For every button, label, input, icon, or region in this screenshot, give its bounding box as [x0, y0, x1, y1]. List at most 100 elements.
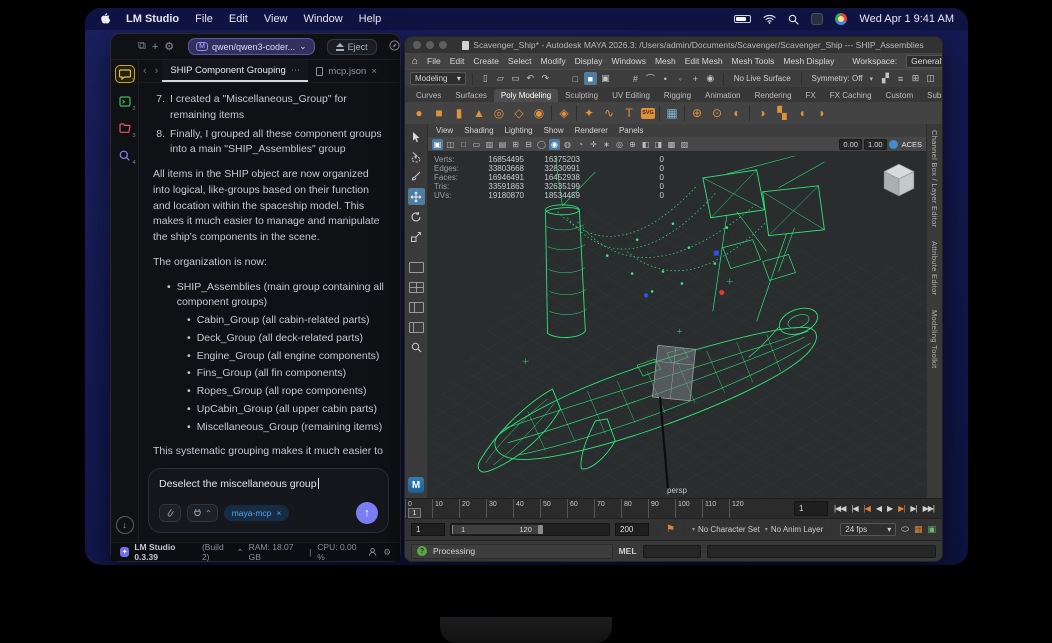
- maya-menu-item[interactable]: Mesh Display: [783, 56, 834, 66]
- motion-blur-icon[interactable]: ◧: [640, 139, 651, 150]
- anim-prefs-icon[interactable]: ▦: [914, 524, 923, 535]
- sidebar-item-my-models[interactable]: 3: [115, 119, 136, 139]
- zoom-window-button[interactable]: [439, 41, 447, 49]
- layout-four-pane-button[interactable]: [408, 279, 425, 296]
- sidebar-item-developer[interactable]: 2: [115, 92, 136, 112]
- menu-item[interactable]: File: [195, 13, 213, 25]
- menu-item[interactable]: Edit: [229, 13, 248, 25]
- shelf-tab[interactable]: FX Caching: [823, 89, 879, 102]
- user-icon[interactable]: [368, 547, 377, 557]
- poly-disc-icon[interactable]: ◉: [531, 106, 547, 120]
- viewport-canvas[interactable]: [428, 152, 926, 498]
- home-icon[interactable]: ⌂: [412, 56, 418, 67]
- snap-curve-icon[interactable]: ⌒: [644, 72, 657, 85]
- snap-grid-icon[interactable]: #: [629, 72, 642, 85]
- nav-forward-icon[interactable]: ›: [151, 65, 163, 77]
- panel-menu-item[interactable]: View: [436, 126, 453, 135]
- svg-tool-icon[interactable]: SVG: [641, 107, 655, 119]
- screen-space-ao-icon[interactable]: ⊕: [627, 139, 638, 150]
- browser-icon[interactable]: [835, 13, 848, 25]
- layout-outliner-button[interactable]: [408, 319, 425, 336]
- view-transform-label[interactable]: ACES: [900, 140, 922, 149]
- step-forward-key-button[interactable]: ▶|: [896, 504, 906, 513]
- right-panel-tab[interactable]: Attribute Editor: [930, 241, 939, 295]
- shelf-tab[interactable]: Sculpting: [558, 89, 605, 102]
- isolate-select-icon[interactable]: ▩: [666, 139, 677, 150]
- time-slider[interactable]: 0 10 20 30 40 50 60 70 80 90 100 110 120 1 1 |◀◀ |◀ |◀…: [405, 498, 942, 518]
- play-backwards-button[interactable]: ◀: [874, 504, 883, 513]
- retopologize-icon[interactable]: ◑: [754, 106, 770, 120]
- timeline-ruler[interactable]: 0 10 20 30 40 50 60 70 80 90 100 110 120 1: [405, 499, 790, 518]
- poly-plane-icon[interactable]: ◇: [511, 106, 527, 120]
- maya-menu-item[interactable]: Mesh: [655, 56, 676, 66]
- apple-menu-icon[interactable]: [99, 12, 112, 26]
- maya-menu-item[interactable]: Windows: [611, 56, 645, 66]
- menu-extra-app-icon[interactable]: [811, 13, 824, 25]
- menu-set-selector[interactable]: Modeling ▾: [410, 72, 466, 85]
- remove-mcp-icon[interactable]: ×: [276, 508, 281, 518]
- channel-box-toggle-icon[interactable]: ◫: [924, 72, 937, 85]
- maya-menu-item[interactable]: Edit Mesh: [685, 56, 723, 66]
- shelf-tab[interactable]: Animation: [698, 89, 748, 102]
- auto-keyframe-icon[interactable]: ⚑: [666, 524, 675, 535]
- mel-command-input[interactable]: [706, 544, 936, 558]
- range-slider[interactable]: 1 120: [450, 523, 610, 536]
- discover-compass-icon[interactable]: [389, 39, 400, 54]
- chat-transcript[interactable]: 7. I created a "Miscellaneous_Group" for…: [139, 83, 400, 460]
- poly-sphere-icon[interactable]: ●: [411, 106, 427, 120]
- symmetry-selector[interactable]: Symmetry: Off: [808, 74, 867, 83]
- multisample-icon[interactable]: ◨: [653, 139, 664, 150]
- close-window-button[interactable]: [413, 41, 421, 49]
- step-back-frame-button[interactable]: |◀: [849, 504, 859, 513]
- new-scene-icon[interactable]: ▯: [479, 72, 492, 85]
- 2d-pan-zoom-icon[interactable]: ▤: [497, 139, 508, 150]
- combine-icon[interactable]: ◗: [814, 106, 830, 120]
- tab-mcp-json[interactable]: mcp.json ×: [308, 60, 385, 82]
- snap-point-icon[interactable]: •: [659, 72, 672, 85]
- paint-select-tool[interactable]: [408, 168, 425, 185]
- shelf-tab[interactable]: UV Editing: [605, 89, 657, 102]
- snap-view-plane-icon[interactable]: +: [689, 72, 702, 85]
- maya-menu-item[interactable]: Select: [508, 56, 532, 66]
- gamma-field[interactable]: 1.00: [863, 138, 887, 150]
- shelf-tab[interactable]: Curves: [409, 89, 448, 102]
- select-tool[interactable]: [408, 128, 425, 145]
- shelf-tab[interactable]: Surfaces: [448, 89, 494, 102]
- current-frame-field[interactable]: 1: [793, 501, 828, 516]
- tab-chat[interactable]: SHIP Component Grouping ⋯: [162, 60, 309, 82]
- app-version[interactable]: LM Studio 0.3.39: [134, 542, 197, 562]
- status-expand-icon[interactable]: ⌃: [236, 547, 243, 558]
- platonic-solid-icon[interactable]: ◈: [556, 106, 572, 120]
- scale-tool[interactable]: [408, 228, 425, 245]
- play-forwards-button[interactable]: ▶: [885, 504, 894, 513]
- menu-item[interactable]: Help: [359, 13, 382, 25]
- shelf-tab[interactable]: Custom: [879, 89, 921, 102]
- mcp-plug-button[interactable]: ⌃: [187, 504, 218, 522]
- shadows-icon[interactable]: ◎: [614, 139, 625, 150]
- range-end-handle[interactable]: [537, 525, 543, 534]
- sidebar-item-chat[interactable]: 1: [114, 65, 135, 84]
- remesh-icon[interactable]: ◐: [729, 106, 745, 120]
- boolean-grid-icon[interactable]: ▦: [664, 106, 680, 120]
- anim-start-field[interactable]: 1: [411, 523, 445, 536]
- camera-attributes-icon[interactable]: □: [458, 139, 469, 150]
- character-set-selector[interactable]: ▾ No Character Set: [692, 525, 760, 534]
- menu-app-name[interactable]: LM Studio: [126, 13, 179, 25]
- move-tool[interactable]: [407, 188, 425, 205]
- align-icon[interactable]: ⊕: [689, 106, 705, 120]
- right-panel-tab[interactable]: Channel Box / Layer Editor: [930, 130, 939, 227]
- snap-projected-icon[interactable]: ◦: [674, 72, 687, 85]
- anim-layer-selector[interactable]: ▾ No Anim Layer: [765, 525, 823, 534]
- undo-icon[interactable]: ↶: [524, 72, 537, 85]
- quad-draw-icon[interactable]: ▚: [774, 106, 790, 120]
- menu-item[interactable]: View: [264, 13, 288, 25]
- attach-file-button[interactable]: [159, 504, 181, 522]
- panel-menu-item[interactable]: Show: [544, 126, 564, 135]
- open-scene-icon[interactable]: ▱: [494, 72, 507, 85]
- panel-menu-item[interactable]: Panels: [619, 126, 643, 135]
- exposure-field[interactable]: 0.00: [839, 138, 862, 150]
- poly-torus-icon[interactable]: ◎: [491, 106, 507, 120]
- workspace-selector[interactable]: General* ▾: [906, 54, 942, 68]
- maya-menu-item[interactable]: Display: [575, 56, 603, 66]
- shelf-tab[interactable]: Substance: [920, 89, 942, 102]
